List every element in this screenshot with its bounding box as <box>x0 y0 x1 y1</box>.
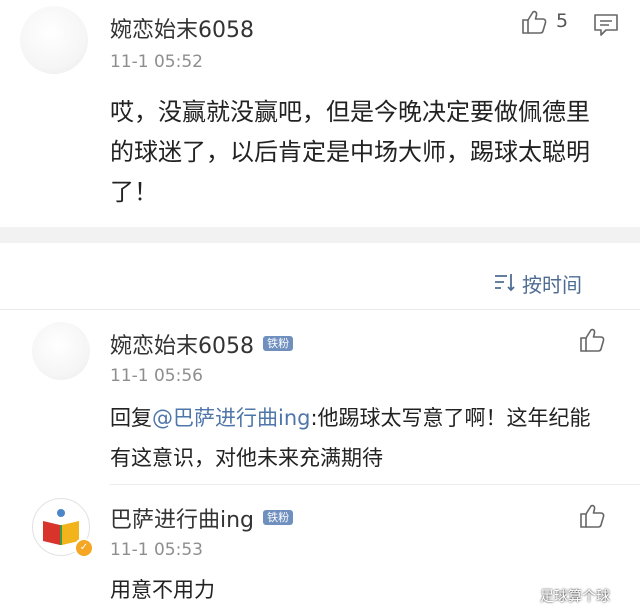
like-button[interactable] <box>578 502 606 530</box>
reply-button[interactable] <box>592 10 620 38</box>
reply-text: 用意不用力 <box>110 578 215 602</box>
like-count: 5 <box>556 10 569 32</box>
reply-time: 11-1 05:53 <box>110 540 203 560</box>
thumbs-up-icon <box>522 10 547 34</box>
sort-icon <box>495 274 515 292</box>
avatar[interactable] <box>32 322 90 380</box>
avatar[interactable] <box>20 6 88 74</box>
username[interactable]: 婉恋始末6058 <box>110 334 254 359</box>
comment-icon <box>594 14 618 36</box>
reply-header: 巴萨进行曲ing 铁粉 <box>110 502 294 534</box>
comment-time: 11-1 05:52 <box>110 52 203 72</box>
thumbs-up-icon <box>580 328 605 352</box>
fan-badge: 铁粉 <box>263 510 294 525</box>
reply-text: 回复@巴萨进行曲ing:他踢球太写意了啊！这年纪能有这意识，对他未来充满期待 <box>110 398 606 478</box>
thumbs-up-icon <box>580 504 605 528</box>
reply-header: 婉恋始末6058 铁粉 <box>110 328 294 360</box>
mention-link[interactable]: @巴萨进行曲ing <box>152 406 310 430</box>
section-divider <box>0 227 640 243</box>
like-button[interactable] <box>578 326 606 354</box>
watermark: 足球算个球 <box>540 589 610 605</box>
reply-prefix: 回复 <box>110 406 152 430</box>
reply-divider <box>110 484 640 485</box>
verified-badge-icon: ✓ <box>74 538 94 558</box>
sort-divider <box>0 309 640 310</box>
fan-badge: 铁粉 <box>263 336 294 351</box>
like-button[interactable]: 5 <box>520 6 576 38</box>
username[interactable]: 巴萨进行曲ing <box>110 508 254 533</box>
comment-text: 哎，没赢就没赢吧，但是今晚决定要做佩德里的球迷了，以后肯定是中场大师，踢球太聪明… <box>110 98 590 206</box>
sort-label: 按时间 <box>522 273 582 297</box>
reply-time: 11-1 05:56 <box>110 366 203 386</box>
username[interactable]: 婉恋始末6058 <box>110 12 254 44</box>
